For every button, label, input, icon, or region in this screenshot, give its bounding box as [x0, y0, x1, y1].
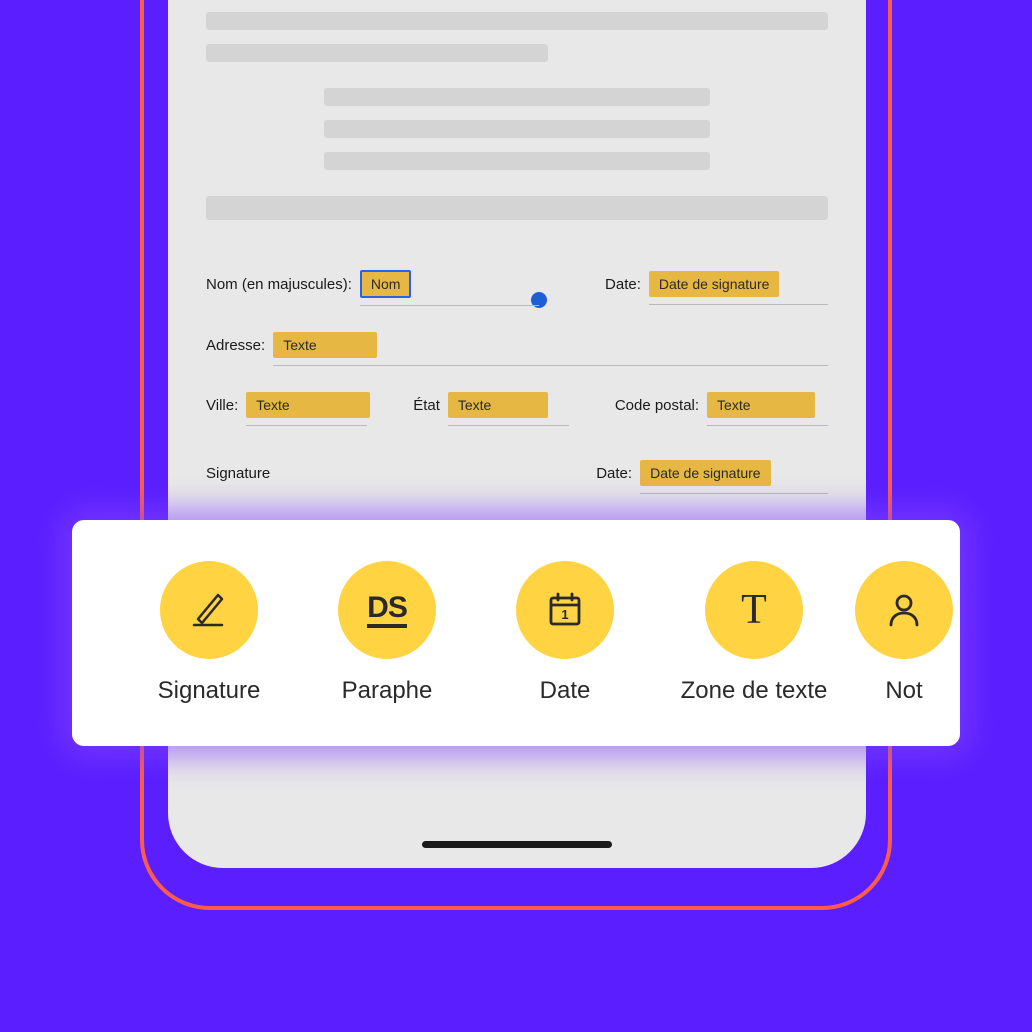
field-city[interactable]: Texte	[246, 392, 370, 418]
initials-icon: DS	[338, 561, 436, 659]
toolbar-textbox-button[interactable]: T Zone de texte	[654, 561, 854, 705]
field-toolbar: Signature DS Paraphe 1 Date T Zone de te…	[72, 520, 960, 746]
form-row-name-date: Nom (en majuscules): Nom Date: Date de s…	[206, 270, 828, 298]
placeholder-line	[206, 196, 828, 220]
label-city: Ville:	[206, 397, 238, 414]
form-row-address: Adresse: Texte	[206, 332, 828, 358]
field-address[interactable]: Texte	[273, 332, 377, 358]
toolbar-note-button[interactable]: Not	[854, 561, 954, 705]
placeholder-line	[324, 120, 710, 138]
placeholder-line	[206, 12, 828, 30]
document-placeholder-block	[206, 196, 828, 220]
field-date-signed-2[interactable]: Date de signature	[640, 460, 771, 486]
label-signature: Signature	[206, 465, 270, 482]
toolbar-item-label: Paraphe	[342, 677, 433, 705]
svg-text:1: 1	[561, 607, 568, 622]
text-icon: T	[705, 561, 803, 659]
toolbar-item-label: Signature	[158, 677, 261, 705]
toolbar-initials-button[interactable]: DS Paraphe	[298, 561, 476, 705]
selection-handle-icon[interactable]	[531, 292, 547, 308]
label-state: État	[413, 397, 440, 414]
placeholder-line	[324, 152, 710, 170]
toolbar-item-label: Zone de texte	[681, 677, 828, 705]
placeholder-line	[206, 44, 548, 62]
placeholder-line	[324, 88, 710, 106]
calendar-icon: 1	[516, 561, 614, 659]
home-indicator[interactable]	[422, 841, 612, 848]
label-name: Nom (en majuscules):	[206, 276, 352, 293]
toolbar-date-button[interactable]: 1 Date	[476, 561, 654, 705]
toolbar-signature-button[interactable]: Signature	[120, 561, 298, 705]
document-placeholder-block	[206, 0, 828, 62]
person-icon	[855, 561, 953, 659]
signature-icon	[160, 561, 258, 659]
toolbar-item-label: Date	[540, 677, 591, 705]
field-postal[interactable]: Texte	[707, 392, 815, 418]
label-date2: Date:	[596, 465, 632, 482]
form-row-signature-date: Signature Date: Date de signature	[206, 460, 828, 486]
label-address: Adresse:	[206, 337, 265, 354]
document-placeholder-block	[206, 88, 828, 170]
label-postal: Code postal:	[615, 397, 699, 414]
label-date: Date:	[605, 276, 641, 293]
field-state[interactable]: Texte	[448, 392, 548, 418]
form-fields-area: Nom (en majuscules): Nom Date: Date de s…	[206, 270, 828, 486]
field-date-signed[interactable]: Date de signature	[649, 271, 780, 297]
form-row-city-state-postal: Ville: Texte État Texte Code postal: Tex…	[206, 392, 828, 418]
field-name[interactable]: Nom	[360, 270, 412, 298]
toolbar-item-label: Not	[885, 677, 922, 705]
